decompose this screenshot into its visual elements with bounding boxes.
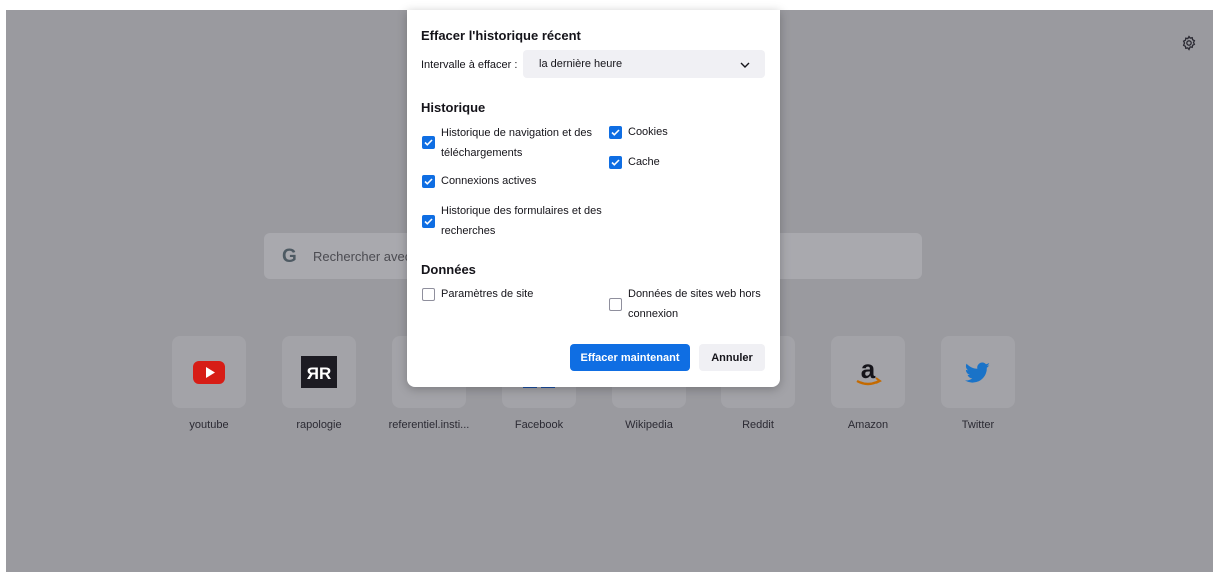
shortcut-tile-rapologie[interactable]: ЯR (282, 336, 356, 408)
site-settings-label[interactable]: Paramètres de site (441, 285, 533, 304)
shortcut-label: Wikipedia (625, 419, 673, 431)
twitter-icon (960, 356, 996, 388)
amazon-icon: a (850, 354, 886, 388)
form-history-label-line2[interactable]: recherches (441, 222, 495, 241)
youtube-icon (191, 356, 227, 388)
shortcut-label: rapologie (296, 419, 342, 431)
shortcut-label: Reddit (742, 419, 774, 431)
shortcut-tile-youtube[interactable] (172, 336, 246, 408)
site-settings-checkbox[interactable] (422, 288, 435, 301)
shortcut-label: Facebook (514, 419, 564, 431)
shortcut-label: referentiel.insti... (388, 419, 470, 431)
browsing-history-label-line1[interactable]: Historique de navigation et des (441, 124, 592, 143)
shortcut-tile-twitter[interactable] (941, 336, 1015, 408)
form-history-label-line1[interactable]: Historique des formulaires et des (441, 202, 602, 221)
data-heading: Données (421, 262, 476, 277)
active-logins-checkbox[interactable] (422, 175, 435, 188)
cookies-label[interactable]: Cookies (628, 123, 668, 142)
shortcut-label: Amazon (847, 419, 889, 431)
offline-data-checkbox[interactable] (609, 298, 622, 311)
search-input[interactable]: Rechercher avec Google ou saisir une adr… (313, 249, 407, 265)
shortcut-label: Twitter (961, 419, 995, 431)
offline-data-label-line2[interactable]: connexion (628, 305, 678, 324)
history-heading: Historique (421, 100, 486, 115)
browsing-history-label-line2[interactable]: téléchargements (441, 144, 522, 163)
rapologie-icon: ЯR (301, 354, 337, 390)
chevron-down-icon (739, 58, 751, 70)
cancel-button[interactable]: Annuler (699, 344, 765, 371)
time-range-select[interactable]: la dernière heure (523, 50, 765, 78)
time-range-value: la dernière heure (539, 58, 623, 70)
cookies-checkbox[interactable] (609, 126, 622, 139)
cache-checkbox[interactable] (609, 156, 622, 169)
cache-label[interactable]: Cache (628, 153, 660, 172)
google-logo-icon: G (282, 246, 297, 267)
clear-now-button[interactable]: Effacer maintenant (570, 344, 690, 371)
dialog-title: Effacer l'historique récent (421, 28, 581, 43)
svg-text:ЯR: ЯR (307, 364, 332, 383)
svg-text:a: a (861, 356, 876, 384)
range-label: Intervalle à effacer : (421, 59, 518, 71)
active-logins-label[interactable]: Connexions actives (441, 172, 536, 191)
gear-icon[interactable] (1181, 35, 1197, 51)
browsing-history-checkbox[interactable] (422, 136, 435, 149)
offline-data-label-line1[interactable]: Données de sites web hors (628, 285, 761, 304)
shortcut-tile-amazon[interactable]: a (831, 336, 905, 408)
form-history-checkbox[interactable] (422, 215, 435, 228)
clear-history-dialog: Effacer l'historique récent Intervalle à… (407, 10, 780, 387)
shortcut-label: youtube (189, 419, 229, 431)
